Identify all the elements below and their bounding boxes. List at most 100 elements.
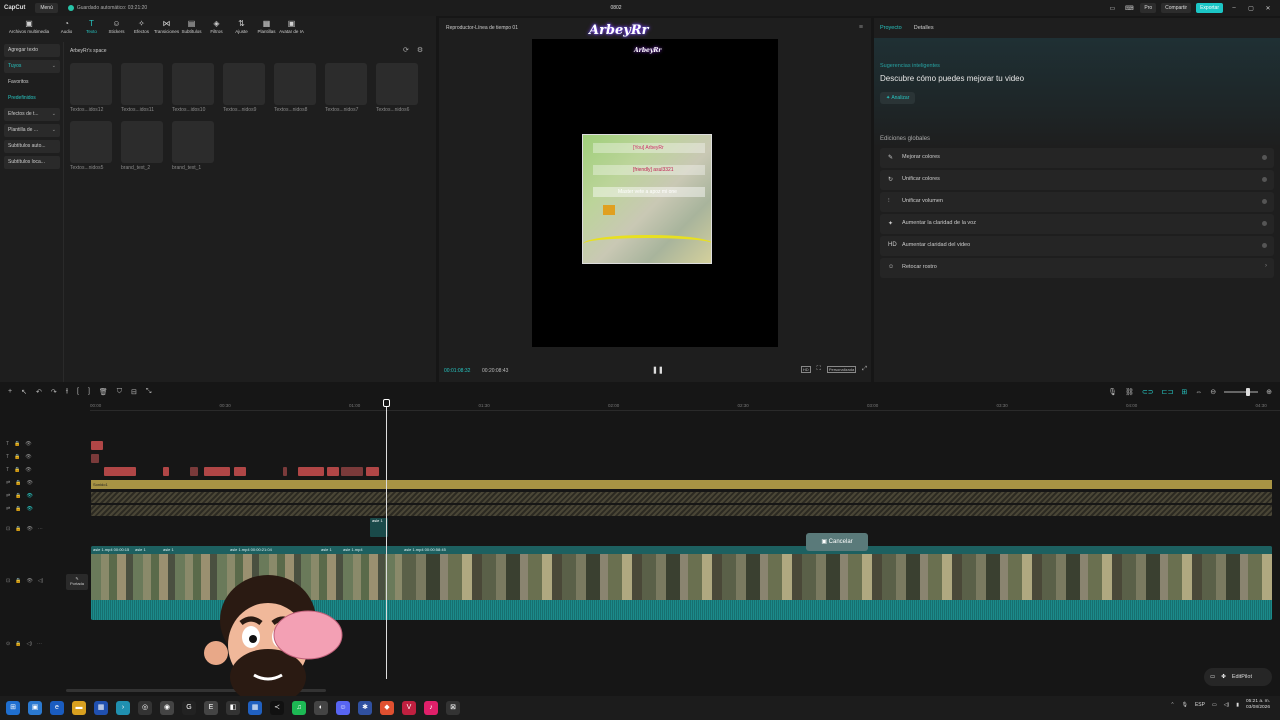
snap-icon[interactable]: ⊏⊐	[1162, 388, 1174, 396]
lock-icon[interactable]: 🔒	[15, 641, 21, 647]
steam-icon[interactable]: ◎	[138, 701, 152, 715]
toolbar-tab-media[interactable]: ▣ Archivos multimedia	[4, 16, 54, 34]
toolbar-tab-subtitles[interactable]: ▤ Subtítulos	[179, 16, 204, 34]
cancel-button[interactable]: ▣ Cancelar	[806, 533, 868, 551]
audio-clip[interactable]: Sonido1	[91, 480, 1272, 489]
text-template-item[interactable]: Textos...idos12	[70, 63, 114, 113]
maximize-icon[interactable]: ▢	[1245, 5, 1257, 12]
timeline-ruler[interactable]: 00:00 00:30 01:00 01:30 02:00 02:30 03:00 03:30…	[90, 401, 1280, 411]
side-nav-item[interactable]: Agregar texto	[4, 44, 60, 57]
toolbar-tab-templates[interactable]: ▦ Plantillas	[254, 16, 279, 34]
app-icon[interactable]: G	[182, 701, 196, 715]
delete-icon[interactable]: 🗑	[99, 388, 108, 396]
tiktok-icon[interactable]: ♪	[424, 701, 438, 715]
disabled-audio-track[interactable]	[91, 505, 1272, 516]
capcut-icon[interactable]: ≺	[270, 701, 284, 715]
lock-icon[interactable]: 🔒	[15, 578, 21, 584]
eye-icon[interactable]: 👁	[26, 578, 32, 584]
disabled-audio-track[interactable]	[91, 492, 1272, 503]
layout-icon[interactable]: ▭	[1106, 5, 1118, 12]
preview-axis-icon[interactable]: ⊞	[1181, 388, 1187, 396]
lock-icon[interactable]: 🔒	[14, 441, 20, 447]
select-tool-icon[interactable]: ↖	[21, 388, 27, 396]
pause-icon[interactable]: ❚❚	[652, 366, 664, 374]
toolbar-tab-effects[interactable]: ✧ Efectos	[129, 16, 154, 34]
tray-mic-icon[interactable]: 🎙	[1182, 702, 1188, 708]
side-nav-item[interactable]: Efectos de t... ⌄	[4, 108, 60, 121]
grid-app-icon[interactable]: ▦	[248, 701, 262, 715]
eye-icon[interactable]: 👁	[26, 493, 32, 499]
side-nav-item[interactable]: Subtítulos auto...	[4, 140, 60, 153]
text-clip[interactable]	[104, 467, 136, 476]
side-nav-item[interactable]: Tuyos ⌄	[4, 60, 60, 73]
text-clip[interactable]	[283, 467, 287, 476]
lock-icon[interactable]: 🔒	[15, 480, 21, 486]
global-edit-option[interactable]: HD Aumentar claridad del video	[880, 236, 1274, 256]
fullscreen-icon[interactable]: ⤢	[862, 366, 867, 373]
valorant-icon[interactable]: V	[402, 701, 416, 715]
keyboard-icon[interactable]: ⌨	[1123, 5, 1135, 12]
widgets-icon[interactable]: ▣	[28, 701, 42, 715]
zoom-slider-knob[interactable]	[1246, 388, 1251, 396]
volume-icon[interactable]: ◁)	[38, 578, 44, 584]
text-template-item[interactable]: Textos...nidos6	[376, 63, 420, 113]
lock-icon[interactable]: 🔒	[15, 493, 21, 499]
playhead[interactable]	[386, 401, 387, 679]
eye-icon[interactable]: 👁	[26, 506, 32, 512]
text-clip[interactable]	[234, 467, 246, 476]
lock-icon[interactable]: 🔒	[14, 454, 20, 460]
global-edit-option[interactable]: ✦ Aumentar la claridad de la voz	[880, 214, 1274, 234]
text-clip[interactable]	[91, 454, 99, 463]
option-toggle[interactable]	[1262, 199, 1267, 204]
spotify-icon[interactable]: ♫	[292, 701, 306, 715]
playhead-handle[interactable]	[383, 399, 390, 407]
folder-icon[interactable]: ▬	[72, 701, 86, 715]
toolbar-tab-text[interactable]: T Texto	[79, 16, 104, 34]
toolbar-tab-ai-avatar[interactable]: ▣ Avatar de IA	[279, 16, 304, 34]
export-button[interactable]: Exportar	[1196, 3, 1223, 13]
cover-button[interactable]: ✎ Portada	[66, 574, 88, 590]
text-clip[interactable]	[163, 467, 169, 476]
side-nav-item[interactable]: Favoritos	[4, 76, 60, 89]
volume-icon[interactable]: ◁)	[26, 641, 32, 647]
close-icon[interactable]: ✕	[1262, 5, 1274, 12]
main-track-magnet-icon[interactable]: ⊂⊃	[1142, 388, 1154, 396]
side-nav-item[interactable]: Subtítulos loca...	[4, 156, 60, 169]
freeze-icon[interactable]: ⊟	[131, 388, 137, 396]
text-clip[interactable]	[298, 467, 324, 476]
chrome-icon[interactable]: ◐	[314, 701, 328, 715]
text-template-item[interactable]: brand_text_2	[121, 121, 165, 171]
fit-icon[interactable]: ⇔	[1195, 389, 1202, 396]
eye-icon[interactable]: 👁	[25, 441, 31, 447]
settings-icon[interactable]: ⚙	[417, 46, 423, 54]
edge-icon[interactable]: e	[50, 701, 64, 715]
capcut-active-icon[interactable]: ⊠	[446, 701, 460, 715]
zoom-slider[interactable]	[1224, 388, 1259, 396]
clock[interactable]: 05:21 a. m. 03/08/2026	[1246, 699, 1270, 711]
brave-icon[interactable]: ◆	[380, 701, 394, 715]
text-clip[interactable]	[204, 467, 230, 476]
text-clip[interactable]	[190, 467, 198, 476]
eye-icon[interactable]: 👁	[26, 480, 32, 486]
global-edit-option[interactable]: ☺ Retocar rostro ›	[880, 258, 1274, 278]
text-template-item[interactable]: Textos...idos10	[172, 63, 216, 113]
quality-icon[interactable]: HD	[800, 366, 811, 373]
store-icon[interactable]: ▦	[94, 701, 108, 715]
link-icon[interactable]: ⛓	[1125, 388, 1134, 396]
tab-details[interactable]: Detalles	[914, 25, 934, 31]
auto-reframe-icon[interactable]: ⤡	[146, 388, 152, 396]
global-edit-option[interactable]: ↻ Unificar colores	[880, 170, 1274, 190]
minimize-icon[interactable]: –	[1228, 5, 1240, 11]
option-toggle[interactable]	[1262, 221, 1267, 226]
toolbar-tab-stickers[interactable]: ☺ Stickers	[104, 16, 129, 34]
lock-icon[interactable]: 🔒	[15, 526, 21, 532]
toolbar-tab-transitions[interactable]: ⋈ Transiciones	[154, 16, 179, 34]
mic-icon[interactable]: 🎙	[1108, 388, 1117, 396]
redo-icon[interactable]: ↷	[51, 388, 57, 396]
text-clip[interactable]	[91, 441, 103, 450]
global-edit-option[interactable]: ⫶ Unificar volumen	[880, 192, 1274, 212]
text-template-item[interactable]: Textos...idos11	[121, 63, 165, 113]
trim-left-icon[interactable]: [	[77, 388, 79, 396]
text-template-item[interactable]: Textos...nidos8	[274, 63, 318, 113]
ratio-button[interactable]: Personalizada	[826, 366, 857, 373]
